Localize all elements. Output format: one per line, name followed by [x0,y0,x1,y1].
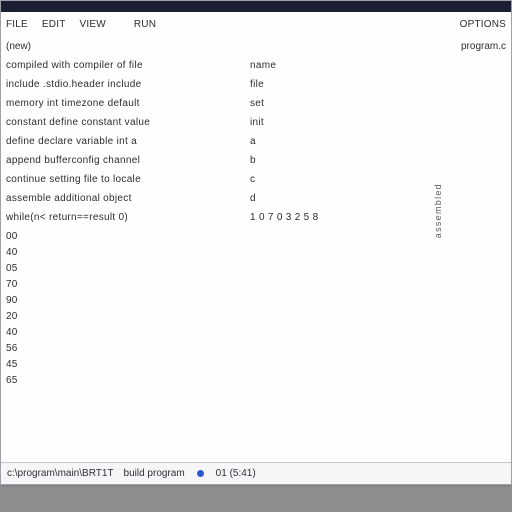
line-meta: c [250,172,430,187]
menu-edit[interactable]: EDIT [42,19,66,30]
menu-run[interactable]: RUN [134,19,156,30]
line-text: append bufferconfig channel [6,153,246,168]
menu-bar: FILE EDIT VIEW RUN OPTIONS [1,12,511,36]
code-line: append bufferconfig channel b [6,153,511,172]
menu-view[interactable]: VIEW [80,19,106,30]
line-text: define declare variable int a [6,134,246,149]
status-path: c:\program\main\BRT1T [7,468,114,479]
gutter-number: 20 [6,309,511,325]
line-meta: file [250,77,430,92]
code-line: compiled with compiler of file name [6,58,511,77]
menu-file[interactable]: FILE [6,19,28,30]
line-text: continue setting file to locale [6,172,246,187]
line-text: constant define constant value [6,115,246,130]
line-meta: name [250,58,430,73]
code-line: constant define constant value init [6,115,511,134]
gutter-number: 65 [6,373,511,389]
code-line: include .stdio.header include file [6,77,511,96]
gutter-number: 40 [6,245,511,261]
gutter-number: 40 [6,325,511,341]
line-meta: a [250,134,430,149]
gutter-number: 56 [6,341,511,357]
gutter-number: 70 [6,277,511,293]
line-meta: init [250,115,430,130]
code-line: memory int timezone default set [6,96,511,115]
line-text: compiled with compiler of file [6,58,246,73]
line-text: assemble additional object [6,191,246,206]
line-meta: 1 0 7 0 3 2 5 8 [250,210,430,225]
status-right: 01 (5:41) [216,468,256,479]
gutter-number: 90 [6,293,511,309]
gutter-number: 05 [6,261,511,277]
side-label: assembled [433,183,443,238]
line-text: while(n< return==result 0) [6,210,246,225]
line-text: memory int timezone default [6,96,246,111]
status-mid: build program [124,468,185,479]
gutter-number: 45 [6,357,511,373]
editor-body: compiled with compiler of file name inclu… [1,56,511,462]
status-indicator-icon [197,470,204,477]
title-bar[interactable] [1,1,511,12]
code-line: define declare variable int a a [6,134,511,153]
line-meta: set [250,96,430,111]
subbar-right: program.c [461,41,506,52]
menu-options[interactable]: OPTIONS [460,19,506,30]
line-meta: d [250,191,430,206]
line-meta: b [250,153,430,168]
editor-window: FILE EDIT VIEW RUN OPTIONS (new) program… [0,0,512,485]
sub-bar: (new) program.c [1,36,511,56]
status-bar: c:\program\main\BRT1T build program 01 (… [1,462,511,484]
line-text: include .stdio.header include [6,77,246,92]
subbar-left: (new) [6,41,31,52]
